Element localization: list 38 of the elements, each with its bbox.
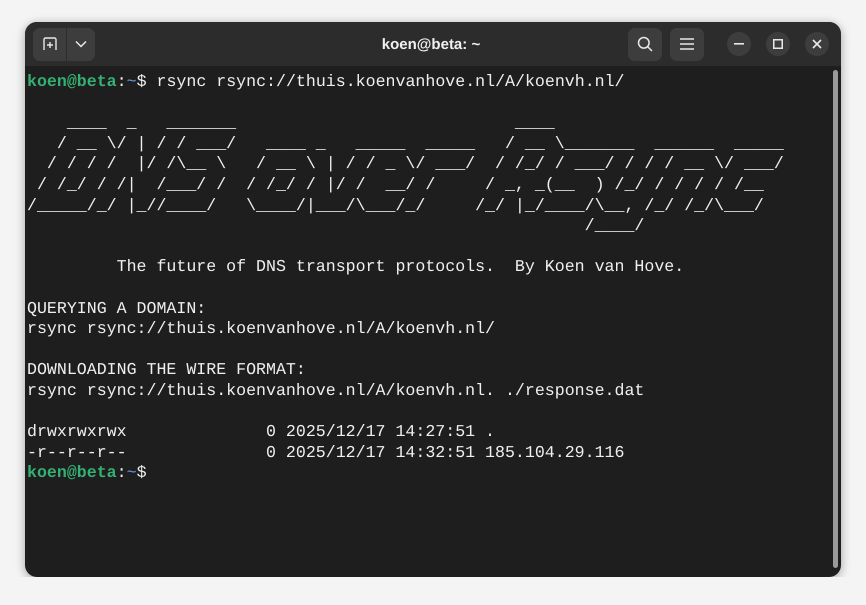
output-line: drwxrwxrwx 0 2025/12/17 14:27:51 . <box>27 422 496 443</box>
minimize-button[interactable] <box>727 32 751 56</box>
output-line: DOWNLOADING THE WIRE FORMAT: <box>27 360 306 381</box>
new-tab-icon <box>42 36 58 52</box>
search-icon <box>637 36 653 52</box>
prompt-separator: : <box>116 463 127 484</box>
prompt-path: ~ <box>126 463 137 484</box>
prompt-symbol: $ <box>136 463 147 484</box>
scrollbar[interactable] <box>833 70 838 568</box>
close-button[interactable] <box>805 32 829 56</box>
menu-button[interactable] <box>670 28 704 60</box>
output-line: / __ \/ | / / ___/ ____ _ _____ _____ / __ \_______ ______ _____ <box>56 134 784 154</box>
output-line: rsync rsync://thuis.koenvanhove.nl/A/koenvh.nl. ./response.dat <box>27 380 644 402</box>
prompt-user: koen@beta <box>27 72 117 93</box>
output-line: ____ _ _______ ____ <box>66 113 555 134</box>
caret-icon <box>75 40 87 48</box>
output-line: /____/ <box>584 216 644 237</box>
output-line: /_____/_/ |_//____/ \____/|___/\___/_/ /_/ |_/____/\__, /_/ /_/\___/ <box>27 196 764 216</box>
prompt-user: koen@beta <box>27 463 117 484</box>
maximize-button[interactable] <box>766 32 790 56</box>
output-line: The future of DNS transport protocols. By Koen van Hove. <box>116 257 684 278</box>
window-title: koen@beta: ~ <box>382 36 480 52</box>
prompt-separator: : <box>116 72 127 93</box>
minimize-icon <box>734 43 744 45</box>
new-tab-button[interactable] <box>33 28 66 60</box>
menu-icon <box>680 38 694 50</box>
output-line: / /_/ / /| /___/ / / /_/ / |/ / __/ / / _, _(__ ) /_/ / / / / /__ <box>36 174 764 196</box>
tab-menu-button[interactable] <box>67 28 95 60</box>
output-line: rsync rsync://thuis.koenvanhove.nl/A/koenvh.nl/ <box>27 319 496 340</box>
prompt-symbol: $ <box>136 72 147 93</box>
output-line: / / / / |/ /\__ \ / __ \ | / / _ \/ ___/ / /_/ / ___/ / / / __ \/ ___/ <box>46 154 784 175</box>
maximize-icon <box>773 39 783 49</box>
prompt-path: ~ <box>126 72 137 93</box>
close-icon <box>812 39 822 49</box>
output-line: -r--r--r-- 0 2025/12/17 14:32:51 185.104.29.116 <box>27 442 624 464</box>
command-text: rsync rsync://thuis.koenvanhove.nl/A/koenvh.nl/ <box>156 72 625 93</box>
output-line: QUERYING A DOMAIN: <box>27 298 206 320</box>
search-button[interactable] <box>628 28 662 60</box>
